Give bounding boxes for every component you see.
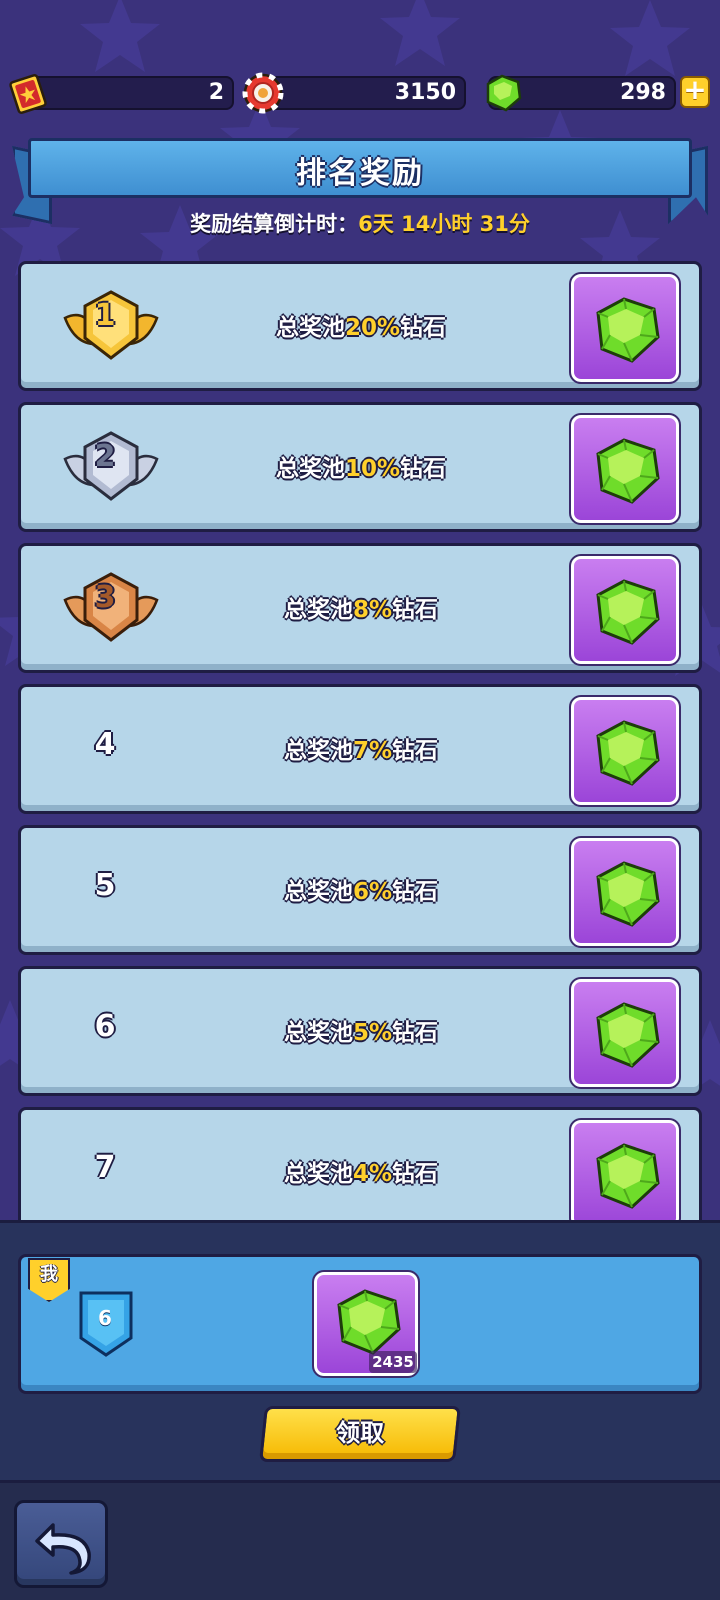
reward-list[interactable]: 1 总奖池20%钻石 2 总奖池10%钻石 3 总奖池8%钻石 4 总奖池7%钻… <box>0 258 720 1220</box>
page-title: 排名奖励 <box>296 156 424 191</box>
chips-counter: 3150 <box>256 76 466 110</box>
reward-prefix: 总奖池 <box>283 738 353 764</box>
my-rank-number: 6 <box>98 1306 112 1330</box>
gem-reward-button[interactable] <box>569 272 681 384</box>
reward-percent: 20% <box>344 315 401 341</box>
reward-prefix: 总奖池 <box>283 879 353 905</box>
reward-description: 总奖池5%钻石 <box>181 1013 541 1047</box>
reward-percent: 8% <box>352 597 393 623</box>
rank-number: 7 <box>94 1150 116 1185</box>
back-button[interactable] <box>14 1500 108 1588</box>
countdown-value: 6天 14小时 31分 <box>358 212 530 236</box>
reward-description: 总奖池6%钻石 <box>181 872 541 906</box>
bottom-bar <box>0 1480 720 1600</box>
reward-prefix: 总奖池 <box>283 1161 353 1187</box>
rank-number: 1 <box>94 298 116 333</box>
chips-value: 3150 <box>394 80 456 105</box>
reward-suffix: 钻石 <box>392 879 439 905</box>
reward-prefix: 总奖池 <box>283 1020 353 1046</box>
reward-description: 总奖池7%钻石 <box>181 731 541 765</box>
reward-description: 总奖池4%钻石 <box>181 1154 541 1188</box>
gem-reward-button[interactable] <box>569 554 681 666</box>
currency-bar: 2 3150 298 + <box>0 72 720 115</box>
rank-number: 4 <box>94 727 116 762</box>
reward-prefix: 总奖池 <box>275 315 345 341</box>
my-gem-reward[interactable]: 2435 <box>312 1270 420 1378</box>
rank-number: 2 <box>94 439 116 474</box>
gem-reward-button[interactable] <box>569 1118 681 1220</box>
gem-icon <box>596 1002 660 1068</box>
reward-row: 1 总奖池20%钻石 <box>18 261 702 391</box>
reward-suffix: 钻石 <box>392 1161 439 1187</box>
reward-prefix: 总奖池 <box>275 456 345 482</box>
gem-icon <box>596 438 660 504</box>
reward-row: 3 总奖池8%钻石 <box>18 543 702 673</box>
gem-amount: 2435 <box>369 1351 417 1373</box>
reward-description: 总奖池10%钻石 <box>181 449 541 483</box>
back-arrow-icon <box>35 1523 91 1575</box>
rank-number: 6 <box>94 1009 116 1044</box>
reward-suffix: 钻石 <box>400 315 447 341</box>
reward-row: 7 总奖池4%钻石 <box>18 1107 702 1220</box>
rank-number: 5 <box>94 868 116 903</box>
gem-reward-button[interactable] <box>569 695 681 807</box>
reward-percent: 5% <box>352 1020 393 1046</box>
add-gems-button[interactable]: + <box>680 76 710 108</box>
gem-reward-button[interactable] <box>569 413 681 525</box>
gem-icon <box>480 72 524 118</box>
chip-icon <box>242 72 284 118</box>
gem-icon <box>596 297 660 363</box>
ticket-icon <box>8 72 48 120</box>
reward-row: 6 总奖池5%钻石 <box>18 966 702 1096</box>
claim-label: 领取 <box>336 1419 385 1447</box>
gem-icon <box>596 861 660 927</box>
reward-suffix: 钻石 <box>392 1020 439 1046</box>
reward-percent: 6% <box>352 879 393 905</box>
gem-icon <box>596 579 660 645</box>
reward-percent: 7% <box>352 738 393 764</box>
reward-row: 4 总奖池7%钻石 <box>18 684 702 814</box>
reward-percent: 10% <box>344 456 401 482</box>
reward-description: 总奖池20%钻石 <box>181 308 541 342</box>
reward-suffix: 钻石 <box>392 597 439 623</box>
reward-row: 2 总奖池10%钻石 <box>18 402 702 532</box>
reward-row: 5 总奖池6%钻石 <box>18 825 702 955</box>
tickets-value: 2 <box>208 80 224 105</box>
claim-button[interactable]: 领取 <box>259 1406 461 1462</box>
reward-suffix: 钻石 <box>392 738 439 764</box>
gem-icon <box>337 1289 401 1355</box>
reward-prefix: 总奖池 <box>283 597 353 623</box>
countdown-label: 奖励结算倒计时： <box>190 212 359 236</box>
countdown: 奖励结算倒计时：6天 14小时 31分 <box>0 208 720 238</box>
gems-value: 298 <box>620 80 666 105</box>
rank-number: 3 <box>94 580 116 615</box>
gem-icon <box>596 720 660 786</box>
tickets-counter: 2 <box>24 76 234 110</box>
reward-percent: 4% <box>352 1161 393 1187</box>
gem-icon <box>596 1143 660 1209</box>
gem-reward-button[interactable] <box>569 977 681 1089</box>
reward-suffix: 钻石 <box>400 456 447 482</box>
reward-description: 总奖池8%钻石 <box>181 590 541 624</box>
gem-reward-button[interactable] <box>569 836 681 948</box>
